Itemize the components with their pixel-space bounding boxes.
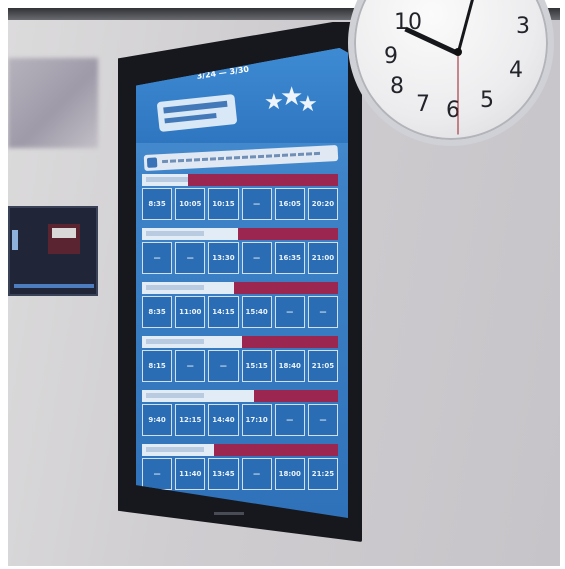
showtime-cell: 21:00 (307, 242, 339, 274)
showtime-cell: 18:00 (274, 458, 305, 490)
showtime-row: — 11:40 13:45 — 18:00 21:25 (142, 458, 339, 490)
second-hand (457, 52, 459, 135)
showtime-cell: 17:10 (241, 404, 272, 436)
movie-title-bar (142, 174, 338, 186)
stars-logo: ★ ★ ★ (264, 84, 318, 122)
showtime-row: 9:40 12:15 14:40 17:10 — — (142, 404, 339, 436)
wall-control-panel (8, 206, 98, 296)
movie-title-accent (234, 282, 338, 294)
showtime-cell: 14:40 (208, 404, 239, 436)
clock-numeral: 9 (384, 44, 398, 69)
movie-title-bar (142, 444, 338, 456)
showtime-row: 8:15 — — 15:15 18:40 21:05 (142, 350, 339, 382)
showtime-cell: 11:40 (175, 458, 206, 490)
showtime-cell: 16:35 (274, 242, 305, 274)
blurred-wall-sign (8, 58, 98, 148)
movie-title-bar (142, 390, 338, 402)
showtime-screen: 3/24 — 3/30 ★ ★ ★ 8:35 10:05 10:15 — 16:… (136, 48, 348, 518)
showtime-cell: 9:40 (142, 404, 173, 436)
showtime-cell: — (274, 296, 305, 328)
showtime-cell: 15:15 (241, 350, 272, 382)
showtime-cell: 20:20 (307, 188, 339, 220)
showtime-cell: — (175, 242, 206, 274)
showtime-row: — — 13:30 — 16:35 21:00 (142, 242, 339, 274)
wall-clock: 10 3 9 4 8 7 6 5 (348, 0, 554, 150)
movie-title-bar (142, 228, 338, 240)
movie-title-bar (142, 336, 338, 348)
clock-numeral: 4 (509, 58, 523, 83)
notice-bar (143, 144, 339, 172)
showtime-row: 8:35 11:00 14:15 15:40 — — (142, 296, 339, 328)
showtime-cell: — (175, 350, 206, 382)
showtime-cell: 8:15 (142, 350, 173, 382)
showtime-cell: 11:00 (175, 296, 206, 328)
clock-hub (454, 48, 462, 56)
movie-title-bar (142, 282, 338, 294)
panel-strip (14, 284, 94, 288)
showtime-cell: 10:15 (208, 188, 239, 220)
showtime-cell: — (241, 458, 272, 490)
showtime-cell: 16:05 (274, 188, 305, 220)
showtime-cell: — (241, 188, 272, 220)
showtime-cell: 14:15 (208, 296, 239, 328)
showtime-cell: — (274, 404, 305, 436)
monitor-logo (214, 512, 244, 515)
panel-light (12, 230, 18, 250)
showtime-cell: 18:40 (274, 350, 305, 382)
movie-title-accent (188, 174, 338, 186)
showtime-cell: — (142, 458, 173, 490)
showtime-cell: 13:45 (208, 458, 239, 490)
clock-numeral: 8 (390, 74, 404, 99)
showtime-cell: — (241, 242, 272, 274)
header-logo-box (156, 94, 238, 132)
clock-numeral: 5 (480, 88, 494, 113)
hour-hand (404, 26, 460, 56)
showtime-cell: 8:35 (142, 188, 173, 220)
movie-title-accent (254, 390, 338, 402)
panel-display (48, 224, 80, 254)
clock-numeral: 7 (416, 92, 430, 117)
movie-title-accent (238, 228, 338, 240)
showtime-cell: — (307, 404, 339, 436)
movie-title-accent (214, 444, 338, 456)
info-icon (146, 157, 158, 168)
showtime-cell: 12:15 (175, 404, 206, 436)
star-icon: ★ (298, 92, 318, 117)
showtime-cell: 21:05 (307, 350, 339, 382)
showtime-cell: — (142, 242, 173, 274)
showtime-cell: 15:40 (241, 296, 272, 328)
notice-text (162, 151, 322, 164)
showtime-cell: — (307, 296, 339, 328)
showtime-cell: 13:30 (208, 242, 239, 274)
showtime-cell: 10:05 (175, 188, 206, 220)
clock-face: 10 3 9 4 8 7 6 5 (348, 0, 554, 146)
minute-hand (456, 0, 476, 54)
showtime-cell: 8:35 (142, 296, 173, 328)
clock-numeral: 3 (516, 14, 530, 39)
showtime-cell: — (208, 350, 239, 382)
movie-title-accent (242, 336, 338, 348)
showtime-row: 8:35 10:05 10:15 — 16:05 20:20 (142, 188, 339, 220)
showtime-cell: 21:25 (307, 458, 339, 490)
